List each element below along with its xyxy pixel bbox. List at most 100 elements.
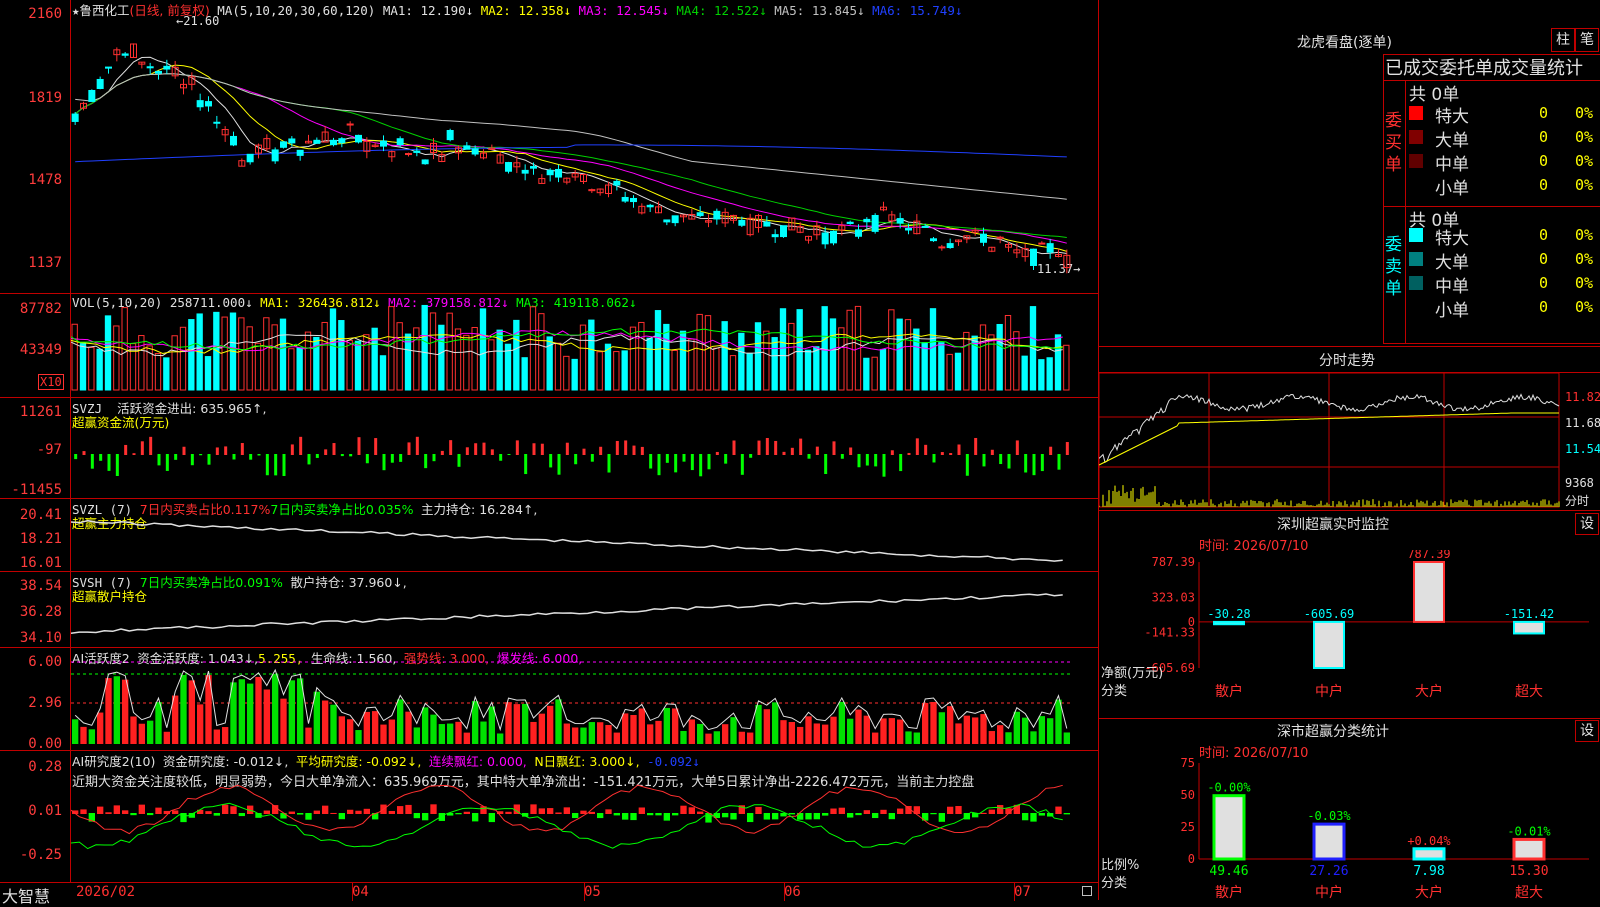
ai-bar [430, 714, 437, 744]
volume-bar [388, 306, 395, 391]
research-bar [388, 810, 395, 814]
ai-bar [663, 707, 670, 744]
research-bar [488, 813, 495, 823]
volume-bars[interactable] [71, 294, 1098, 398]
volume-bar [429, 312, 437, 391]
ai-bar [188, 680, 195, 744]
candle-body [938, 246, 946, 249]
lock-icon[interactable] [1082, 886, 1092, 896]
monitor-settings-button[interactable]: 设 [1575, 513, 1599, 535]
class-change-label: -0.03% [1307, 809, 1351, 823]
svzl-axis-label: 18.21 [19, 531, 62, 547]
class-chart[interactable]: 75 50 25 0 -0.00% 49.46 散户 -0.03% 27.26 中户 +0.04% 7… [1099, 755, 1600, 900]
research-bar [172, 810, 179, 814]
research-bar [938, 813, 945, 822]
ai-bar [397, 699, 404, 744]
research-bar [213, 813, 220, 816]
ai-bar [213, 729, 220, 744]
order-percent: 0% [1575, 176, 1594, 194]
volume-bar [713, 347, 720, 391]
fund-flow-bar [607, 454, 611, 473]
ai-bar [747, 732, 754, 744]
volume-bar [771, 337, 778, 391]
volume-bar [104, 315, 112, 391]
ai-bar [388, 719, 395, 744]
ai-active-axis-label: 6.00 [28, 654, 62, 670]
ai-bar [163, 731, 170, 744]
svzj-axis: 11261 -97 -11455 [0, 398, 71, 499]
svsh-panel[interactable]: 38.54 36.28 34.10 SVSH (7) 7日内买卖净占比0.091… [0, 571, 1098, 648]
fund-flow-bar [490, 449, 494, 455]
volume-bar [638, 321, 645, 391]
order-percent: 0% [1575, 274, 1594, 292]
research-bar [888, 813, 895, 820]
volume-bar [346, 339, 353, 391]
fund-flow-bar [90, 454, 94, 469]
candle-body [205, 101, 212, 107]
research-bar [347, 809, 354, 814]
divider [1383, 343, 1600, 344]
class-settings-button[interactable]: 设 [1575, 720, 1599, 742]
candle-body [280, 141, 287, 148]
ai-bar [838, 701, 845, 744]
fund-flow-bar [782, 451, 786, 455]
ai-bar [872, 732, 879, 744]
ai-research-chart[interactable] [71, 751, 1098, 883]
ai-bar [113, 676, 120, 744]
price-panel[interactable]: 2160 1819 1478 1137 ★鲁西化工(日线, 前复权) MA(5,… [0, 0, 1098, 293]
ai-active-axis-label: 2.96 [28, 695, 62, 711]
candle-body [1046, 243, 1054, 253]
ai-bar [822, 724, 829, 744]
fund-flow-bar [1032, 454, 1036, 476]
tick-mode-button[interactable]: 笔 [1575, 28, 1599, 52]
ai-bar [580, 727, 587, 744]
volume-bar [879, 348, 887, 391]
volume-bar [379, 355, 387, 391]
research-bar [230, 806, 237, 814]
order-color-swatch [1409, 276, 1423, 290]
candle-body [246, 153, 254, 163]
svzj-panel[interactable]: 11261 -97 -11455 SVZJ 活跃资金进出: 635.965↑, … [0, 397, 1098, 499]
class-bar [1312, 822, 1346, 861]
monitor-chart[interactable]: 787.39323.030-141.33-605.69-30.28散户-605.… [1099, 550, 1600, 715]
ai-research-panel[interactable]: 0.28 0.01 -0.25 AI研究度2(10) 资金研究度: -0.012… [0, 750, 1098, 883]
price-axis: 2160 1819 1478 1137 [0, 0, 71, 293]
ai-bar [588, 722, 595, 744]
ai-bar [130, 716, 137, 744]
ai-active-panel[interactable]: 6.00 2.96 0.00 AI活跃度2 资金活跃度: 1.043↓,5.25… [0, 647, 1098, 752]
research-bar [930, 813, 937, 815]
volume-panel[interactable]: 87782 43349 X10 VOL(5,10,20) 258711.000↓… [0, 293, 1098, 398]
research-bar [263, 810, 270, 814]
research-bar [697, 811, 704, 814]
volume-bar [788, 322, 795, 391]
volume-bar [996, 323, 1003, 391]
fund-flow-bar [474, 443, 478, 455]
ai-bar [1047, 718, 1054, 744]
candlestick-chart[interactable] [71, 0, 1098, 293]
svzl-panel[interactable]: 20.41 18.21 16.01 SVZL (7) 7日内买卖占比0.117%… [0, 498, 1098, 572]
volume-bar [571, 358, 578, 391]
class-axis-label: 50 [1181, 788, 1195, 802]
ai-bar [322, 700, 329, 744]
ai-bar [930, 701, 937, 744]
fund-flow-bar [1065, 442, 1069, 455]
order-type-label: 中单 [1435, 155, 1469, 175]
research-bar [980, 812, 987, 814]
research-bar [547, 808, 554, 814]
fund-flow-bars[interactable] [71, 398, 1098, 499]
ai-bar [830, 716, 837, 744]
research-bar [305, 813, 312, 820]
svsh-axis-label: 38.54 [19, 578, 62, 594]
intraday-chart[interactable] [1099, 373, 1600, 508]
ai-bar [405, 711, 412, 744]
order-type-label: 特大 [1435, 107, 1469, 127]
bar-mode-button[interactable]: 柱 [1551, 28, 1575, 52]
retail-position-line[interactable] [71, 572, 1098, 648]
order-count: 0 [1539, 152, 1549, 170]
volume-bar [671, 349, 678, 391]
main-position-line[interactable] [71, 499, 1098, 572]
order-percent: 0% [1575, 298, 1594, 316]
ai-active-bars[interactable] [71, 648, 1098, 751]
candle-body [663, 219, 671, 223]
candle-body [163, 65, 171, 70]
